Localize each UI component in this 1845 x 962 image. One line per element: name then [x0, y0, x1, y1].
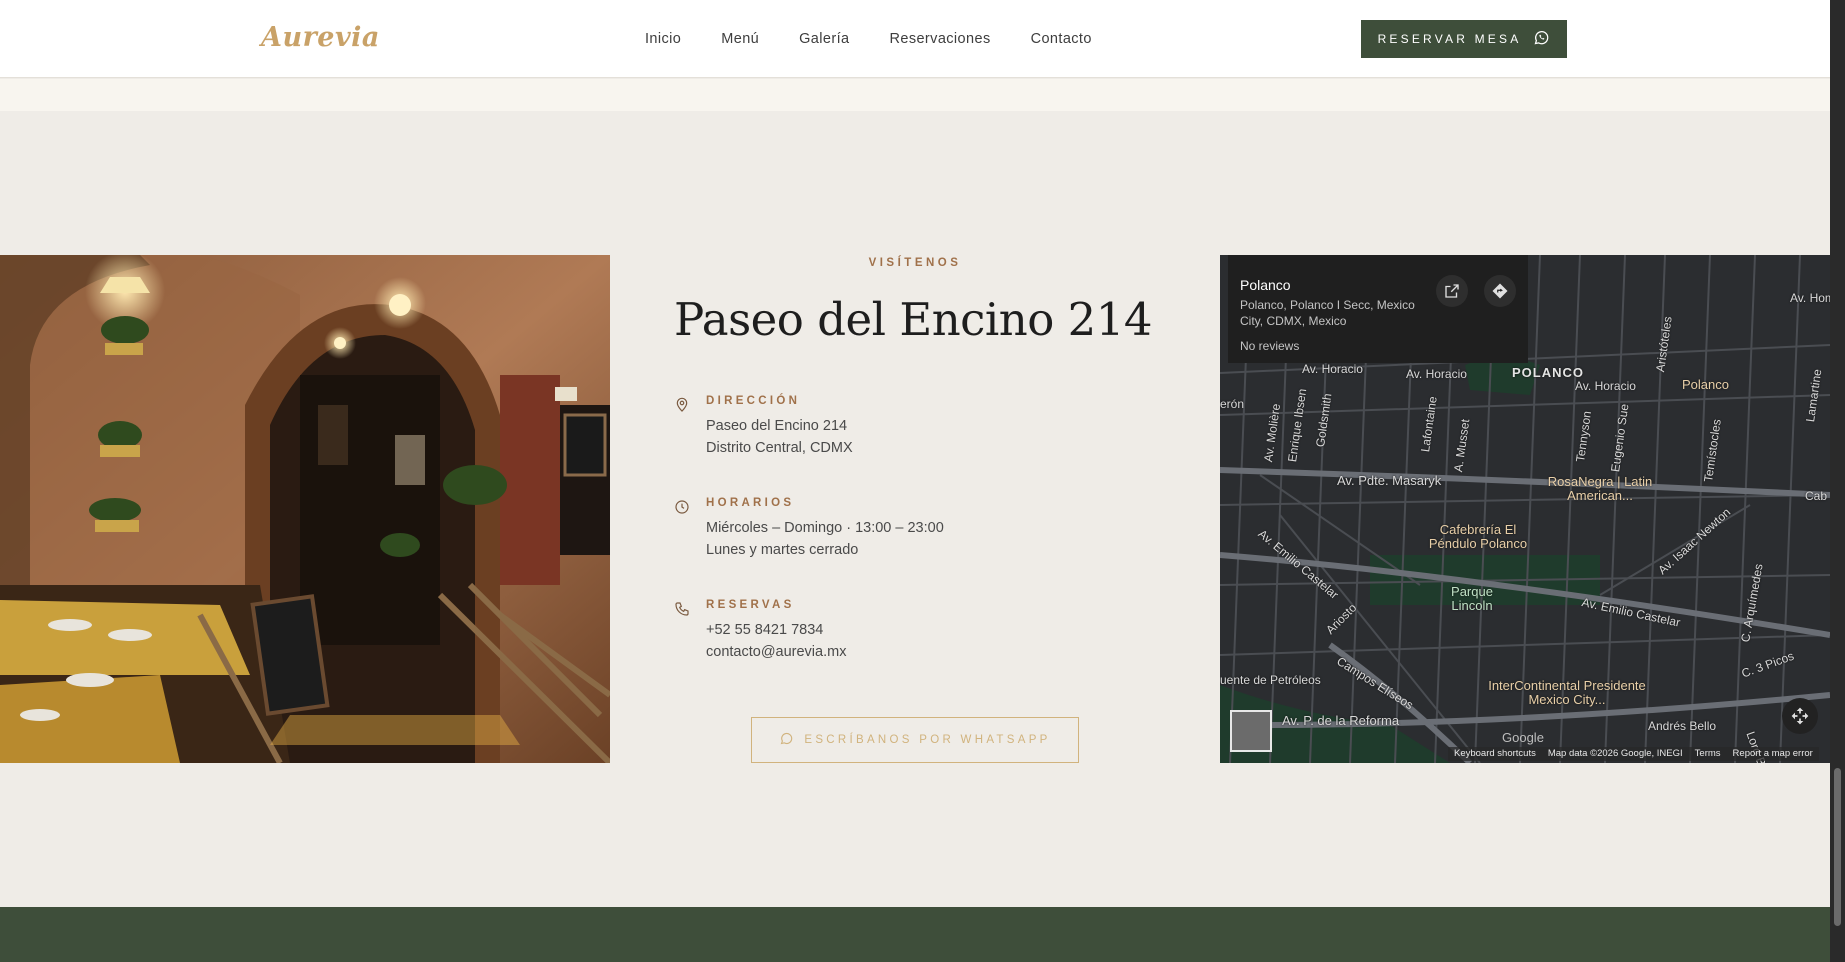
visit-info: VISÍTENOS Paseo del Encino 214 DIRECCIÓN… — [610, 255, 1220, 763]
map-label: Andrés Bello — [1648, 719, 1717, 733]
horarios-label: HORARIOS — [706, 497, 795, 509]
footer-band — [0, 907, 1830, 962]
horarios-line-2: Lunes y martes cerrado — [706, 542, 859, 558]
map-label: Av. Hom — [1790, 291, 1830, 305]
directions-icon — [1492, 283, 1508, 299]
phone-icon — [674, 601, 690, 617]
reservas-email[interactable]: contacto@aurevia.mx — [706, 641, 846, 663]
reservar-mesa-label: RESERVAR MESA — [1377, 32, 1522, 46]
page-scrollbar[interactable] — [1830, 0, 1845, 962]
open-in-maps-button[interactable] — [1436, 275, 1468, 307]
site-header: Aurevia Inicio Menú Galería Reservacione… — [0, 0, 1830, 78]
whatsapp-contact-button[interactable]: ESCRÍBANOS POR WHATSAPP — [751, 717, 1079, 763]
external-link-icon — [1445, 284, 1459, 298]
fullscreen-icon — [1791, 707, 1809, 725]
place-address: Polanco, Polanco I Secc, Mexico City, CD… — [1240, 298, 1415, 328]
keyboard-shortcuts-link[interactable]: Keyboard shortcuts — [1454, 747, 1536, 761]
nav-galeria[interactable]: Galería — [799, 31, 849, 47]
map-label: InterContinental Presidente Mexico City.… — [1488, 678, 1646, 707]
google-map[interactable]: Polanco Polanco, Polanco I Secc, Mexico … — [1220, 255, 1830, 763]
map-label: Parque Lincoln — [1451, 584, 1493, 613]
map-label: Cab — [1805, 489, 1828, 503]
report-map-error-link[interactable]: Report a map error — [1733, 747, 1813, 761]
brand-logo[interactable]: Aurevia — [261, 22, 380, 53]
map-label: Av. P. de la Reforma — [1282, 713, 1400, 728]
direccion-block: DIRECCIÓN Paseo del Encino 214 Distrito … — [674, 395, 853, 459]
map-label: Cafebrería El Péndulo Polanco — [1428, 522, 1528, 551]
horarios-line-1: Miércoles – Domingo · 13:00 – 23:00 — [706, 520, 944, 536]
map-label: Av. Horacio — [1406, 367, 1467, 381]
main-nav: Inicio Menú Galería Reservaciones Contac… — [645, 31, 1092, 47]
map-label: RosaNegra | Latin American... — [1547, 474, 1653, 503]
map-label: Polanco — [1682, 377, 1729, 392]
directions-button[interactable] — [1484, 275, 1516, 307]
horarios-block: HORARIOS Miércoles – Domingo · 13:00 – 2… — [674, 497, 944, 561]
direccion-label: DIRECCIÓN — [706, 395, 801, 407]
clock-icon — [674, 499, 690, 515]
whatsapp-button-label: ESCRÍBANOS POR WHATSAPP — [804, 734, 1051, 746]
reservar-mesa-button[interactable]: RESERVAR MESA — [1361, 20, 1567, 58]
visit-title: Paseo del Encino 214 — [674, 293, 1153, 346]
place-info-card[interactable]: Polanco Polanco, Polanco I Secc, Mexico … — [1228, 255, 1528, 363]
terms-link[interactable]: Terms — [1695, 747, 1721, 761]
map-label: Av. Horacio — [1302, 362, 1363, 376]
map-data-credit: Map data ©2026 Google, INEGI — [1547, 748, 1683, 759]
nav-menu[interactable]: Menú — [721, 31, 759, 47]
map-label: POLANCO — [1512, 365, 1584, 380]
location-pin-icon — [674, 397, 690, 413]
map-label: Av. Pdte. Masaryk — [1337, 473, 1442, 488]
map-layer-thumbnail[interactable] — [1230, 710, 1272, 752]
nav-inicio[interactable]: Inicio — [645, 31, 681, 47]
place-reviews[interactable]: No reviews — [1240, 339, 1516, 353]
chat-bubble-icon — [779, 731, 794, 749]
place-name[interactable]: Polanco — [1240, 277, 1516, 293]
scrollbar-thumb[interactable] — [1834, 768, 1841, 926]
fullscreen-button[interactable] — [1782, 698, 1818, 734]
visit-eyebrow: VISÍTENOS — [868, 257, 962, 269]
nav-contacto[interactable]: Contacto — [1031, 31, 1092, 47]
restaurant-photo — [0, 255, 610, 763]
direccion-line-2: Distrito Central, CDMX — [706, 440, 853, 456]
map-label: erón — [1220, 397, 1245, 411]
header-divider-strip — [0, 79, 1830, 111]
google-logo: Google — [1502, 730, 1544, 745]
map-label: uente de Petróleos — [1220, 673, 1321, 687]
map-footer: Keyboard shortcuts Map data ©2026 Google… — [1448, 747, 1819, 761]
reservas-phone[interactable]: +52 55 8421 7834 — [706, 619, 846, 641]
reservas-label: RESERVAS — [706, 599, 795, 611]
reservas-block: RESERVAS +52 55 8421 7834 contacto@aurev… — [674, 599, 846, 663]
direccion-line-1: Paseo del Encino 214 — [706, 418, 848, 434]
whatsapp-icon — [1533, 29, 1550, 49]
map-label: Av. Horacio — [1575, 379, 1636, 393]
nav-reservaciones[interactable]: Reservaciones — [889, 31, 990, 47]
